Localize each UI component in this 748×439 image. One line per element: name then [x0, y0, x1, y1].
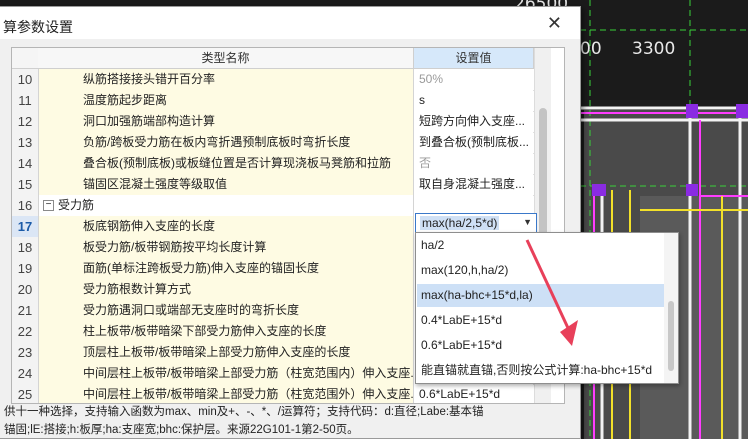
row-type-name: 锚固区混凝土强度等级取值	[39, 174, 414, 195]
row-type-label: 柱上板带/板带暗梁下部受力筋伸入支座的长度	[83, 324, 327, 338]
row-setting-value[interactable]: 0.6*LabE+15*d	[414, 384, 533, 403]
row-type-label: 受力筋	[58, 198, 95, 212]
row-type-label: 锚固区混凝土强度等级取值	[83, 177, 228, 191]
table-row[interactable]: 13 负筋/跨板受力筋在板内弯折遇预制底板时弯折长度 到叠合板(预制底板...	[12, 132, 534, 154]
row-type-label: 负筋/跨板受力筋在板内弯折遇预制底板时弯折长度	[83, 135, 351, 149]
row-number: 14	[12, 153, 39, 174]
parameter-description: 供十一种选择，支持输入函数为max、min及+、-、*、/运算符；支持代码：d:…	[4, 403, 574, 439]
row-number: 24	[12, 363, 39, 384]
row-number: 15	[12, 174, 39, 195]
row-number: 16	[12, 195, 39, 216]
dropdown-option[interactable]: ha/2	[417, 234, 665, 257]
row-number: 19	[12, 258, 39, 279]
row-type-label: 面筋(单标注跨板受力筋)伸入支座的锚固长度	[83, 261, 319, 275]
cad-dimension-left: 00	[580, 39, 602, 59]
row-number: 20	[12, 279, 39, 300]
row-type-name: 叠合板(预制底板)或板缝位置是否计算现浇板马凳筋和拉筋	[39, 153, 414, 174]
row-type-name: 面筋(单标注跨板受力筋)伸入支座的锚固长度	[39, 258, 414, 279]
row-number: 18	[12, 237, 39, 258]
row-setting-value[interactable]: 到叠合板(预制底板...	[414, 132, 533, 153]
header-number	[12, 48, 39, 69]
dropdown-option[interactable]: 0.4*LabE+15*d	[417, 309, 665, 332]
row-number: 25	[12, 384, 39, 403]
row-type-label: 受力筋遇洞口或端部无支座时的弯折长度	[83, 303, 300, 317]
row-type-label: 温度筋起步距离	[83, 93, 168, 107]
row-type-name: 顶层柱上板带/板带暗梁上部受力筋伸入支座的长度	[39, 342, 414, 363]
row-type-label: 叠合板(预制底板)或板缝位置是否计算现浇板马凳筋和拉筋	[83, 156, 391, 170]
row-type-name: 纵筋搭接接头错开百分率	[39, 69, 414, 90]
collapse-icon[interactable]: −	[43, 200, 54, 212]
anchor-length-combo[interactable]: max(ha/2,5*d) ▼	[415, 213, 537, 233]
row-setting-value[interactable]: 50%	[414, 69, 533, 90]
row-number: 10	[12, 69, 39, 90]
row-number: 22	[12, 321, 39, 342]
row-type-label: 纵筋搭接接头错开百分率	[83, 72, 216, 86]
row-number: 13	[12, 132, 39, 153]
dropdown-option[interactable]: 能直锚就直锚,否则按公式计算:ha-bhc+15*d	[417, 359, 665, 382]
anchor-length-dropdown: ha/2 max(120,h,ha/2) max(ha-bhc+15*d,la) 0.…	[415, 232, 679, 384]
row-type-label: 洞口加强筋端部构造计算	[83, 114, 216, 128]
row-setting-value[interactable]: 短跨方向伸入支座...	[414, 111, 533, 132]
dropdown-scroll-thumb[interactable]	[668, 301, 674, 371]
row-type-label: 中间层柱上板带/板带暗梁上部受力筋（柱宽范围内）伸入支座...	[83, 366, 414, 380]
row-type-name: 中间层柱上板带/板带暗梁上部受力筋（柱宽范围外）伸入支座...	[39, 384, 414, 403]
row-type-name: 受力筋根数计算方式	[39, 279, 414, 300]
row-setting-value[interactable]: 取自身混凝土强度...	[414, 174, 533, 195]
cad-dimension-right: 3300	[632, 39, 676, 59]
dropdown-option[interactable]: max(ha-bhc+15*d,la)	[417, 284, 665, 307]
table-row[interactable]: 25 中间层柱上板带/板带暗梁上部受力筋（柱宽范围外）伸入支座... 0.6*Lab…	[12, 384, 534, 403]
dropdown-option[interactable]: 0.6*LabE+15*d	[417, 334, 665, 357]
dropdown-option[interactable]: max(120,h,ha/2)	[417, 259, 665, 282]
row-type-label: 板底钢筋伸入支座的长度	[83, 219, 216, 233]
row-type-name: 洞口加强筋端部构造计算	[39, 111, 414, 132]
row-number: 23	[12, 342, 39, 363]
row-type-name: 负筋/跨板受力筋在板内弯折遇预制底板时弯折长度	[39, 132, 414, 153]
close-icon[interactable]: ✕	[547, 13, 562, 34]
table-row[interactable]: 10 纵筋搭接接头错开百分率 50%	[12, 69, 534, 91]
row-type-label: 顶层柱上板带/板带暗梁上部受力筋伸入支座的长度	[83, 345, 351, 359]
row-type-name: 温度筋起步距离	[39, 90, 414, 111]
row-type-name: − 受力筋	[39, 195, 414, 216]
dialog-title: 算参数设置	[3, 19, 73, 35]
table-row[interactable]: 12 洞口加强筋端部构造计算 短跨方向伸入支座...	[12, 111, 534, 133]
table-row[interactable]: 11 温度筋起步距离 s	[12, 90, 534, 112]
row-type-name: 柱上板带/板带暗梁下部受力筋伸入支座的长度	[39, 321, 414, 342]
row-type-name: 板底钢筋伸入支座的长度	[39, 216, 414, 237]
header-type-name[interactable]: 类型名称	[38, 48, 414, 69]
chevron-down-icon[interactable]: ▼	[523, 217, 532, 227]
row-setting-value[interactable]: 否	[414, 153, 533, 174]
table-row[interactable]: 14 叠合板(预制底板)或板缝位置是否计算现浇板马凳筋和拉筋 否	[12, 153, 534, 175]
dropdown-scrollbar[interactable]	[664, 233, 678, 383]
table-row[interactable]: 15 锚固区混凝土强度等级取值 取自身混凝土强度...	[12, 174, 534, 196]
combo-value: max(ha/2,5*d)	[420, 216, 500, 230]
description-line-2: 锚固;lE:搭接;h:板厚;ha:支座宽;bhc:保护层。来源22G101-1第…	[4, 424, 359, 436]
row-type-name: 板受力筋/板带钢筋按平均长度计算	[39, 237, 414, 258]
row-setting-value[interactable]: s	[414, 90, 533, 111]
row-type-label: 板受力筋/板带钢筋按平均长度计算	[83, 240, 267, 254]
row-type-label: 中间层柱上板带/板带暗梁上部受力筋（柱宽范围外）伸入支座...	[83, 387, 414, 401]
row-number: 21	[12, 300, 39, 321]
row-number: 17	[12, 216, 39, 237]
header-setting-value[interactable]: 设置值	[414, 48, 534, 69]
dialog-titlebar[interactable]: 算参数设置 ✕	[0, 7, 580, 39]
row-type-name: 受力筋遇洞口或端部无支座时的弯折长度	[39, 300, 414, 321]
row-type-name: 中间层柱上板带/板带暗梁上部受力筋（柱宽范围内）伸入支座...	[39, 363, 414, 384]
row-number: 11	[12, 90, 39, 111]
description-line-1: 供十一种选择，支持输入函数为max、min及+、-、*、/运算符；支持代码：d:…	[4, 406, 484, 418]
row-number: 12	[12, 111, 39, 132]
row-type-label: 受力筋根数计算方式	[83, 282, 192, 296]
